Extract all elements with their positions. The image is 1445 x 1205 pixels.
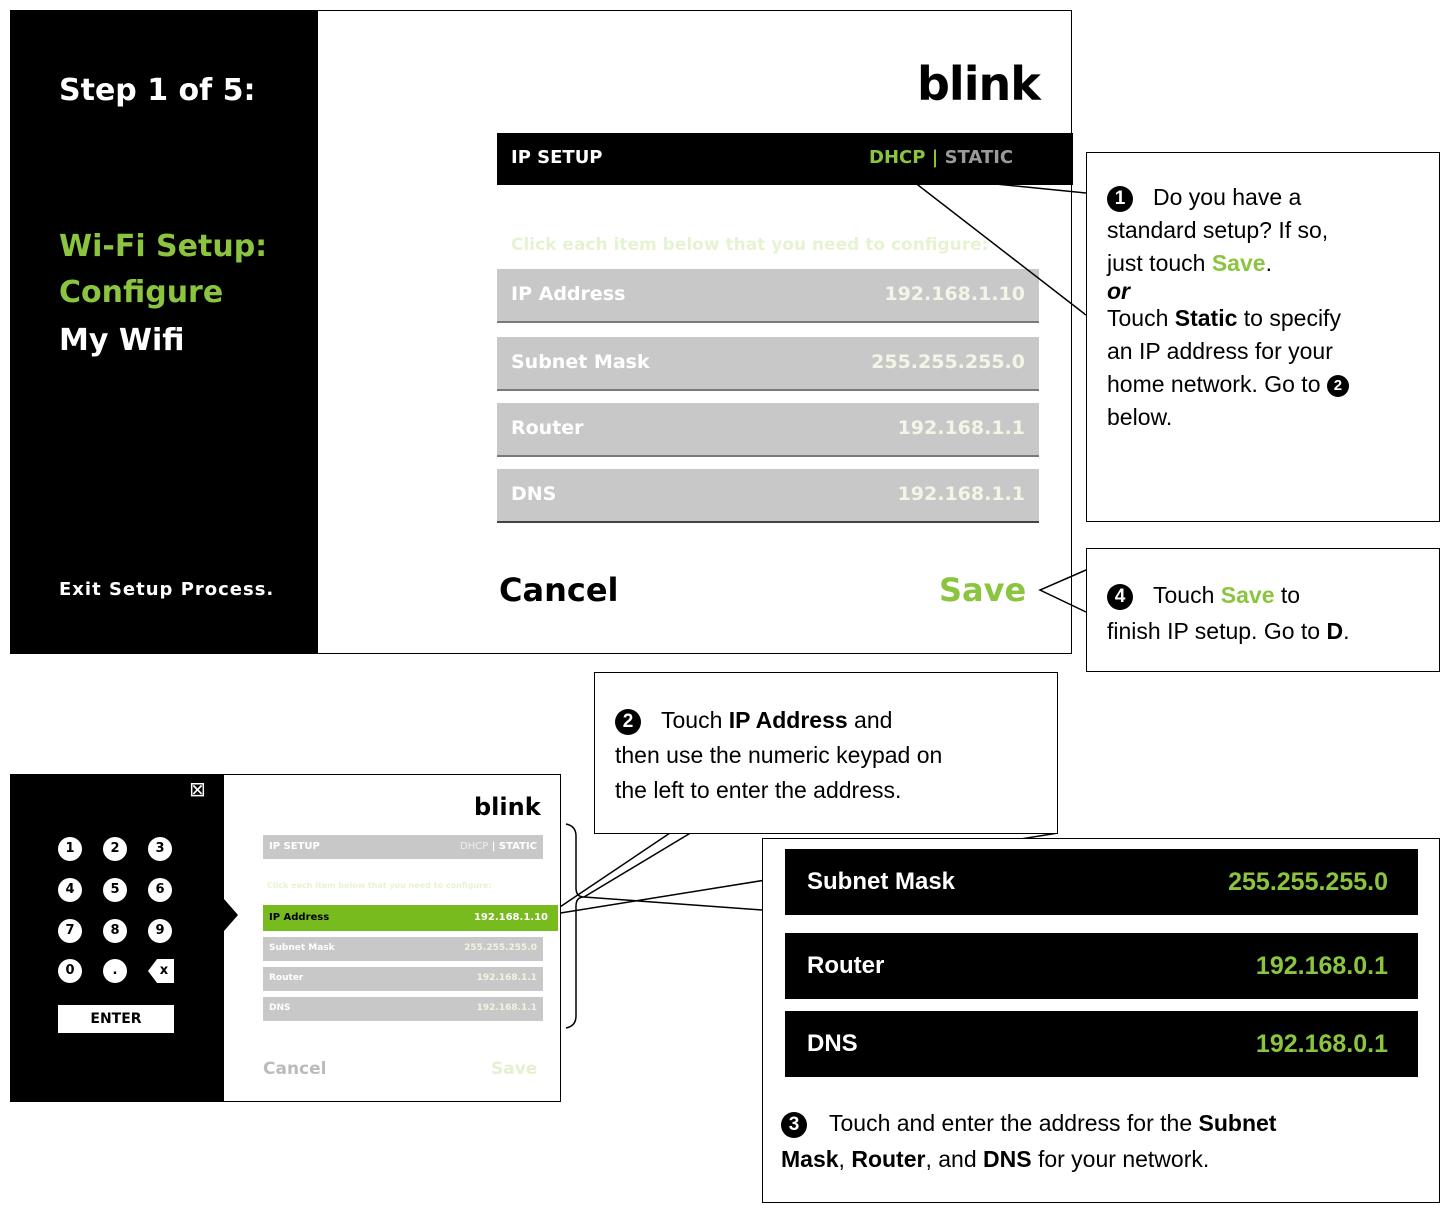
callout-text: the left to enter the address. bbox=[615, 777, 902, 803]
callout-text: an IP address for your bbox=[1107, 338, 1333, 364]
setup-screen-keypad: ⊠ 1 2 3 4 5 6 7 8 9 0 . x ENTER blink IP… bbox=[10, 774, 561, 1102]
zoom-pointer-bottom bbox=[583, 896, 763, 911]
row-value: 192.168.1.1 bbox=[476, 973, 537, 983]
callout-text: and bbox=[847, 707, 893, 733]
save-button[interactable]: Save bbox=[491, 1059, 537, 1079]
callout-emphasis: Save bbox=[1220, 582, 1275, 608]
callout-text: to bbox=[1274, 582, 1301, 608]
row-label: Router bbox=[807, 952, 885, 979]
zoom-dns-row: DNS 192.168.0.1 bbox=[785, 1011, 1418, 1077]
callout-emphasis: Static bbox=[1174, 305, 1238, 331]
configure-hint: Click each item below that you need to c… bbox=[267, 881, 492, 890]
callout-text: below. bbox=[1107, 404, 1173, 430]
step-number-icon: 4 bbox=[1107, 583, 1133, 610]
callout-4: 4 Touch Save to finish IP setup. Go to D. bbox=[1086, 548, 1440, 672]
key-4[interactable]: 4 bbox=[58, 878, 82, 902]
row-value: 255.255.255.0 bbox=[464, 943, 537, 953]
keypad-pointer bbox=[224, 899, 238, 931]
callout-text: for your network. bbox=[1031, 1146, 1210, 1172]
cancel-button[interactable]: Cancel bbox=[263, 1059, 326, 1079]
callout-text: just touch bbox=[1107, 250, 1212, 276]
rows-bracket bbox=[565, 823, 585, 1029]
key-5[interactable]: 5 bbox=[103, 878, 127, 902]
callout-text: . bbox=[1343, 618, 1350, 644]
callout-emphasis: IP Address bbox=[728, 707, 848, 733]
zoom-subnet-mask-row: Subnet Mask 255.255.255.0 bbox=[785, 849, 1418, 915]
ip-setup-bar: IP SETUP DHCP | STATIC bbox=[263, 835, 543, 859]
row-value: 192.168.0.1 bbox=[1255, 952, 1388, 980]
step-number-icon: 2 bbox=[615, 708, 641, 735]
step-number-icon: 3 bbox=[781, 1111, 807, 1138]
key-2[interactable]: 2 bbox=[103, 837, 127, 861]
row-value: 192.168.1.10 bbox=[473, 912, 548, 923]
row-label: Subnet Mask bbox=[807, 868, 956, 895]
callout-text: Touch bbox=[661, 707, 729, 733]
callout-text: standard setup? If so, bbox=[1107, 217, 1329, 243]
callout-text: finish IP setup. Go to bbox=[1107, 618, 1327, 644]
mode-separator: | bbox=[491, 841, 496, 852]
callout-text: Touch bbox=[1107, 305, 1175, 331]
callout-text: home network. Go to bbox=[1107, 371, 1321, 397]
ip-setup-label: IP SETUP bbox=[269, 841, 320, 852]
key-6[interactable]: 6 bbox=[148, 878, 172, 902]
dhcp-toggle[interactable]: DHCP bbox=[460, 841, 488, 852]
callout-1: 1 Do you have a standard setup? If so, ju… bbox=[1086, 152, 1440, 522]
callout-emphasis: D bbox=[1326, 618, 1344, 644]
zoom-router-row: Router 192.168.0.1 bbox=[785, 933, 1418, 999]
key-7[interactable]: 7 bbox=[58, 919, 82, 943]
row-label: DNS bbox=[269, 1003, 291, 1013]
row-value: 255.255.255.0 bbox=[1228, 868, 1388, 896]
callout-text: to specify bbox=[1237, 305, 1341, 331]
callout-2: 2 Touch IP Address and then use the numer… bbox=[594, 672, 1058, 834]
callout-text: . bbox=[1265, 250, 1272, 276]
step-number-icon: 2 bbox=[1326, 374, 1349, 397]
key-1[interactable]: 1 bbox=[58, 837, 82, 861]
blink-logo: blink bbox=[474, 793, 541, 821]
callout-3-text: 3 Touch and enter the address for the Sub… bbox=[781, 1105, 1276, 1177]
dns-row[interactable]: DNS 192.168.1.1 bbox=[263, 997, 543, 1021]
row-label: DNS bbox=[807, 1030, 858, 1057]
callout-text: then use the numeric keypad on bbox=[615, 742, 943, 768]
row-value: 192.168.1.1 bbox=[476, 1003, 537, 1013]
key-dot[interactable]: . bbox=[103, 959, 127, 983]
ip-address-row-selected[interactable]: IP Address 192.168.1.10 bbox=[263, 905, 558, 931]
callout-text: , and bbox=[925, 1146, 983, 1172]
row-label: Subnet Mask bbox=[269, 943, 335, 953]
callout-emphasis: DNS bbox=[983, 1146, 1032, 1172]
callout-or: or bbox=[1107, 278, 1130, 304]
static-toggle[interactable]: STATIC bbox=[499, 841, 537, 852]
router-row[interactable]: Router 192.168.1.1 bbox=[263, 967, 543, 991]
enter-button[interactable]: ENTER bbox=[58, 1005, 174, 1033]
numeric-keypad: ⊠ 1 2 3 4 5 6 7 8 9 0 . x ENTER bbox=[11, 775, 224, 1101]
key-0[interactable]: 0 bbox=[58, 959, 82, 983]
callout-emphasis: Mask bbox=[781, 1146, 839, 1172]
row-label: IP Address bbox=[269, 912, 330, 923]
callout-emphasis: Router bbox=[851, 1146, 926, 1172]
key-9[interactable]: 9 bbox=[148, 919, 172, 943]
key-3[interactable]: 3 bbox=[148, 837, 172, 861]
callout-text: , bbox=[838, 1146, 852, 1172]
backspace-key[interactable]: x bbox=[148, 959, 174, 983]
callout-text: Do you have a bbox=[1153, 184, 1302, 210]
callout-emphasis: Subnet bbox=[1198, 1110, 1277, 1136]
close-icon[interactable]: ⊠ bbox=[189, 777, 206, 801]
row-label: Router bbox=[269, 973, 304, 983]
callout-text: Touch and enter the address for the bbox=[829, 1110, 1199, 1136]
row-value: 192.168.0.1 bbox=[1255, 1030, 1388, 1058]
subnet-mask-row[interactable]: Subnet Mask 255.255.255.0 bbox=[263, 937, 543, 961]
callout-text: Touch bbox=[1153, 582, 1221, 608]
callout-1-pointer bbox=[902, 173, 1087, 316]
callout-3: Subnet Mask 255.255.255.0 Router 192.168… bbox=[762, 838, 1440, 1203]
key-8[interactable]: 8 bbox=[103, 919, 127, 943]
callout-emphasis: Save bbox=[1211, 250, 1266, 276]
callout-4-pointer bbox=[1038, 569, 1087, 613]
step-number-icon: 1 bbox=[1107, 185, 1133, 212]
